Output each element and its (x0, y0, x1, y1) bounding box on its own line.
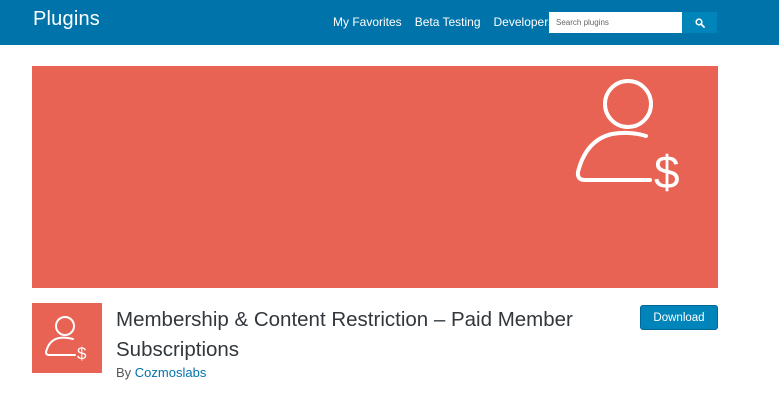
plugin-icon: $ (32, 303, 102, 373)
nav-my-favorites[interactable]: My Favorites (333, 15, 402, 29)
search-form (549, 12, 717, 33)
search-button[interactable] (682, 12, 717, 33)
user-dollar-icon: $ (32, 303, 102, 373)
author-prefix: By (116, 365, 132, 380)
header-nav: My Favorites Beta Testing Developers (333, 15, 554, 29)
svg-text:$: $ (654, 146, 680, 196)
nav-developers[interactable]: Developers (494, 15, 555, 29)
author-link[interactable]: Cozmoslabs (135, 365, 207, 380)
plugin-title: Membership & Content Restriction – Paid … (116, 308, 573, 361)
download-button[interactable]: Download (640, 305, 718, 330)
plugin-author: By Cozmoslabs (116, 365, 206, 380)
svg-text:$: $ (77, 344, 87, 363)
search-input[interactable] (549, 12, 682, 33)
site-title[interactable]: Plugins (33, 8, 100, 31)
site-header: Plugins My Favorites Beta Testing Develo… (0, 0, 779, 45)
plugin-banner: $ (32, 66, 718, 288)
search-icon (694, 17, 705, 28)
user-dollar-icon: $ (575, 79, 680, 196)
nav-beta-testing[interactable]: Beta Testing (415, 15, 481, 29)
